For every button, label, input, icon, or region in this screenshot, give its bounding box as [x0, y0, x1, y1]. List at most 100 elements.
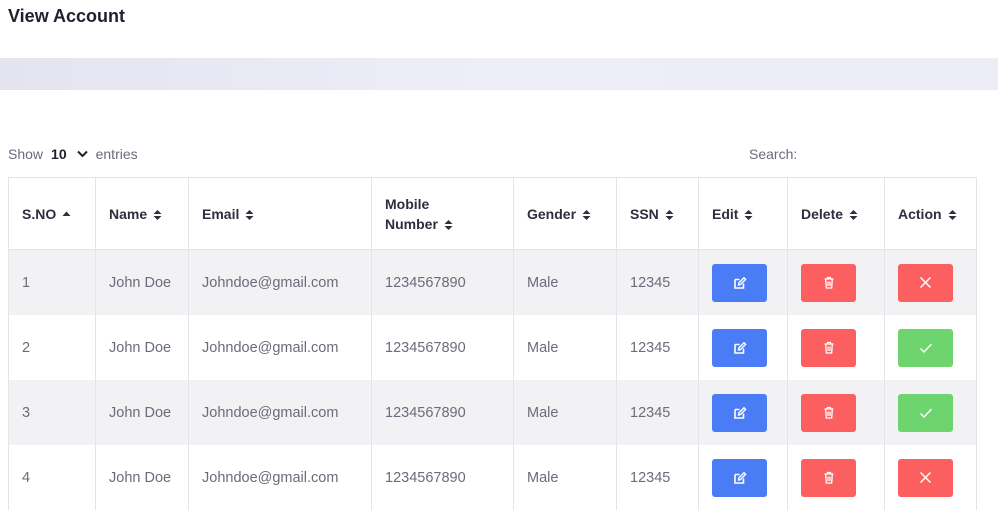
cell-email: Johndoe@gmail.com — [188, 380, 372, 445]
column-header-label-line1: Mobile — [385, 195, 430, 212]
cell-ssn: 12345 — [616, 315, 699, 380]
sort-icon — [948, 209, 957, 220]
column-header-label: Action — [898, 205, 942, 222]
cell-action — [884, 445, 977, 510]
cell-gender: Male — [513, 315, 617, 380]
entries-label: entries — [95, 146, 138, 162]
cell-edit — [698, 445, 788, 510]
sort-icon — [245, 209, 254, 220]
delete-button[interactable] — [801, 458, 856, 497]
table-row: 4 John Doe Johndoe@gmail.com 1234567890 … — [8, 445, 977, 510]
column-header-gender[interactable]: Gender — [513, 177, 617, 250]
edit-icon — [733, 471, 747, 484]
cell-name: John Doe — [95, 380, 189, 445]
column-header-email[interactable]: Email — [188, 177, 372, 250]
cell-edit — [698, 380, 788, 445]
trash-icon — [824, 406, 833, 419]
column-header-label: Name — [109, 205, 148, 222]
table-row: 3 John Doe Johndoe@gmail.com 1234567890 … — [8, 380, 977, 445]
edit-icon — [733, 341, 747, 354]
cell-name: John Doe — [95, 445, 189, 510]
column-header-edit[interactable]: Edit — [698, 177, 788, 250]
trash-icon — [824, 471, 833, 484]
show-label: Show — [8, 146, 44, 162]
sort-icon — [582, 209, 591, 220]
entries-select-value: 10 — [51, 146, 67, 162]
cell-sno: 2 — [8, 315, 96, 380]
cell-email: Johndoe@gmail.com — [188, 249, 372, 315]
close-icon — [919, 276, 932, 289]
cell-sno: 4 — [8, 445, 96, 510]
sort-icon — [849, 209, 858, 220]
sort-icon — [444, 219, 453, 230]
edit-icon — [733, 406, 747, 419]
header-banner — [0, 58, 998, 90]
table-row: 1 John Doe Johndoe@gmail.com 1234567890 … — [8, 249, 977, 315]
cell-name: John Doe — [95, 249, 189, 315]
cell-email: Johndoe@gmail.com — [188, 445, 372, 510]
sort-icon — [153, 209, 162, 220]
cell-action — [884, 315, 977, 380]
cell-gender: Male — [513, 249, 617, 315]
cell-gender: Male — [513, 380, 617, 445]
cell-email: Johndoe@gmail.com — [188, 315, 372, 380]
reject-button[interactable] — [898, 263, 953, 302]
column-header-action[interactable]: Action — [884, 177, 977, 250]
chevron-down-icon — [76, 150, 88, 158]
entries-length-control: Show 10 entries — [8, 146, 138, 162]
column-header-mobile[interactable]: Mobile Number — [371, 177, 514, 250]
cell-sno: 1 — [8, 249, 96, 315]
page-title: View Account — [8, 6, 126, 26]
sort-asc-icon — [62, 211, 71, 216]
column-header-label: Gender — [527, 205, 577, 222]
column-header-label: SSN — [630, 205, 659, 222]
cell-delete — [787, 445, 885, 510]
sort-icon — [665, 209, 674, 220]
cell-edit — [698, 315, 788, 380]
cell-action — [884, 249, 977, 315]
cell-delete — [787, 315, 885, 380]
cell-mobile: 1234567890 — [371, 249, 514, 315]
delete-button[interactable] — [801, 328, 856, 367]
sort-icon — [744, 209, 753, 220]
column-header-name[interactable]: Name — [95, 177, 189, 250]
approve-button[interactable] — [898, 393, 953, 432]
cell-ssn: 12345 — [616, 380, 699, 445]
edit-button[interactable] — [712, 458, 767, 497]
cell-mobile: 1234567890 — [371, 445, 514, 510]
cell-mobile: 1234567890 — [371, 380, 514, 445]
column-header-label: Email — [202, 205, 240, 222]
edit-button[interactable] — [712, 328, 767, 367]
cell-mobile: 1234567890 — [371, 315, 514, 380]
cell-delete — [787, 380, 885, 445]
search-label[interactable]: Search: — [749, 146, 797, 162]
reject-button[interactable] — [898, 458, 953, 497]
table-controls: Show 10 entries Search: — [8, 146, 977, 166]
delete-button[interactable] — [801, 393, 856, 432]
edit-button[interactable] — [712, 263, 767, 302]
accounts-table: S.NO Name Email Mobile Number Gender SSN … — [8, 177, 977, 510]
table-header-row: S.NO Name Email Mobile Number Gender SSN … — [8, 177, 977, 250]
column-header-label: S.NO — [22, 205, 57, 222]
delete-button[interactable] — [801, 263, 856, 302]
cell-action — [884, 380, 977, 445]
edit-icon — [733, 276, 747, 289]
cell-edit — [698, 249, 788, 315]
cell-gender: Male — [513, 445, 617, 510]
column-header-sno[interactable]: S.NO — [8, 177, 96, 250]
column-header-ssn[interactable]: SSN — [616, 177, 699, 250]
column-header-label: Edit — [712, 205, 739, 222]
column-header-delete[interactable]: Delete — [787, 177, 885, 250]
check-icon — [919, 343, 932, 353]
column-header-label: Delete — [801, 205, 844, 222]
cell-ssn: 12345 — [616, 249, 699, 315]
cell-ssn: 12345 — [616, 445, 699, 510]
table-row: 2 John Doe Johndoe@gmail.com 1234567890 … — [8, 315, 977, 380]
entries-select[interactable]: 10 — [51, 146, 88, 162]
cell-sno: 3 — [8, 380, 96, 445]
cell-delete — [787, 249, 885, 315]
trash-icon — [824, 276, 833, 289]
edit-button[interactable] — [712, 393, 767, 432]
cell-name: John Doe — [95, 315, 189, 380]
approve-button[interactable] — [898, 328, 953, 367]
